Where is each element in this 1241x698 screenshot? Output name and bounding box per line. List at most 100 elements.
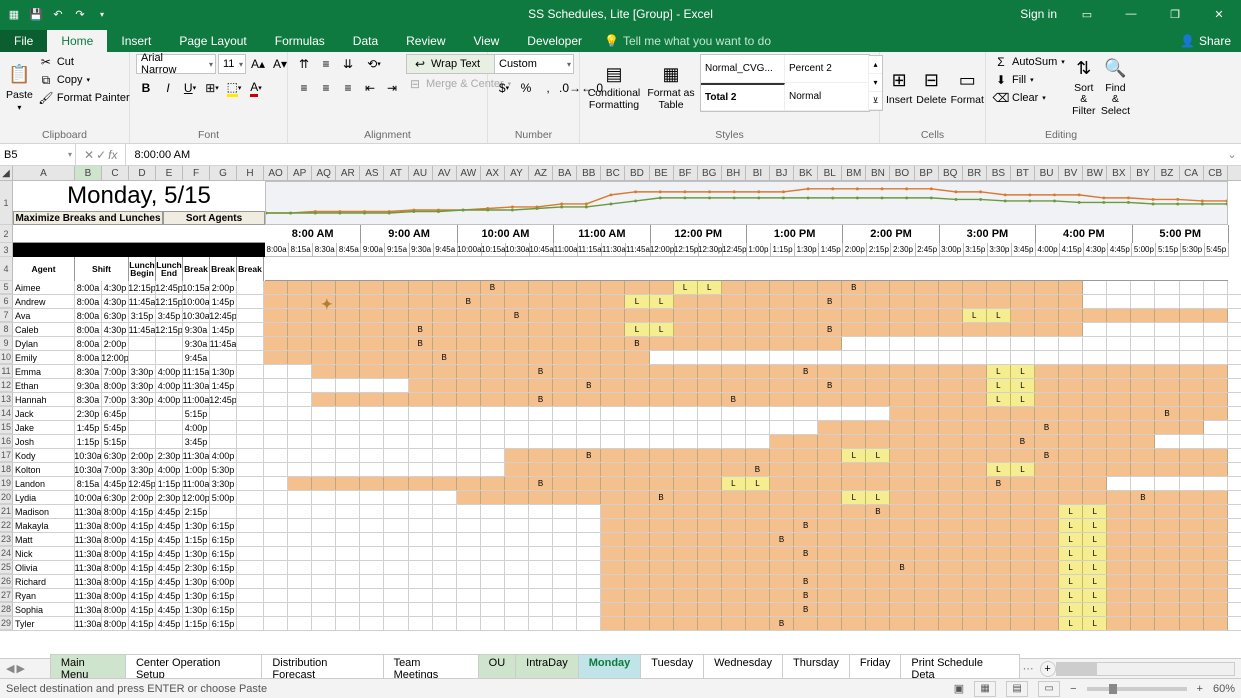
schedule-cell[interactable] bbox=[963, 393, 987, 406]
schedule-cell[interactable] bbox=[1131, 323, 1155, 336]
align-right-button[interactable]: ≡ bbox=[338, 78, 358, 98]
schedule-cell[interactable] bbox=[770, 337, 794, 350]
schedule-cell[interactable]: B bbox=[818, 379, 842, 392]
schedule-cell[interactable] bbox=[336, 379, 360, 392]
schedule-cell[interactable] bbox=[625, 477, 649, 490]
schedule-cell[interactable] bbox=[1107, 449, 1131, 462]
schedule-cell[interactable] bbox=[264, 351, 288, 364]
schedule-cell[interactable] bbox=[457, 533, 481, 546]
schedule-cell[interactable] bbox=[770, 505, 794, 518]
shift-start-cell[interactable]: 10:30a bbox=[75, 449, 102, 462]
schedule-cell[interactable]: B bbox=[529, 477, 553, 490]
schedule-cell[interactable] bbox=[866, 323, 890, 336]
schedule-cell[interactable] bbox=[987, 547, 1011, 560]
schedule-cell[interactable]: L bbox=[650, 323, 674, 336]
schedule-cell[interactable]: B bbox=[794, 589, 818, 602]
shift-end-cell[interactable]: 7:00p bbox=[102, 463, 129, 476]
column-header[interactable]: A bbox=[13, 166, 75, 180]
shift-start-cell[interactable]: 11:30a bbox=[75, 575, 102, 588]
schedule-cell[interactable] bbox=[312, 463, 336, 476]
break-cell[interactable]: 5:30p bbox=[210, 463, 237, 476]
agent-name-cell[interactable]: Emma bbox=[13, 365, 75, 378]
schedule-cell[interactable] bbox=[842, 421, 866, 434]
schedule-cell[interactable] bbox=[890, 337, 914, 350]
schedule-cell[interactable] bbox=[890, 407, 914, 420]
schedule-cell[interactable] bbox=[842, 337, 866, 350]
enter-icon[interactable]: ✓ bbox=[96, 148, 106, 162]
schedule-cell[interactable] bbox=[384, 421, 408, 434]
schedule-cell[interactable] bbox=[288, 407, 312, 420]
tell-me[interactable]: 💡Tell me what you want to do bbox=[604, 34, 771, 52]
shift-end-cell[interactable]: 2:00p bbox=[102, 337, 129, 350]
schedule-cell[interactable] bbox=[384, 477, 408, 490]
schedule-cell[interactable]: B bbox=[722, 393, 746, 406]
lunch-end-cell[interactable]: 3:45p bbox=[156, 309, 183, 322]
schedule-cell[interactable] bbox=[481, 365, 505, 378]
schedule-cell[interactable] bbox=[505, 407, 529, 420]
schedule-cell[interactable] bbox=[987, 421, 1011, 434]
schedule-cell[interactable] bbox=[1131, 477, 1155, 490]
schedule-cell[interactable] bbox=[1155, 519, 1179, 532]
schedule-cell[interactable] bbox=[939, 337, 963, 350]
schedule-cell[interactable] bbox=[433, 589, 457, 602]
schedule-cell[interactable] bbox=[529, 463, 553, 476]
schedule-cell[interactable] bbox=[674, 379, 698, 392]
schedule-cell[interactable] bbox=[505, 547, 529, 560]
align-bottom-button[interactable]: ⇊ bbox=[338, 54, 358, 74]
schedule-cell[interactable] bbox=[384, 435, 408, 448]
schedule-cell[interactable]: B bbox=[987, 477, 1011, 490]
schedule-cell[interactable] bbox=[674, 561, 698, 574]
agent-name-cell[interactable]: Richard bbox=[13, 575, 75, 588]
schedule-cell[interactable] bbox=[1107, 309, 1131, 322]
schedule-cell[interactable] bbox=[336, 421, 360, 434]
schedule-cell[interactable] bbox=[650, 449, 674, 462]
shift-start-cell[interactable]: 11:30a bbox=[75, 603, 102, 616]
schedule-cell[interactable]: B bbox=[818, 295, 842, 308]
column-header[interactable]: BK bbox=[794, 166, 818, 180]
schedule-cell[interactable] bbox=[1107, 561, 1131, 574]
schedule-cell[interactable] bbox=[1131, 505, 1155, 518]
schedule-cell[interactable] bbox=[963, 281, 987, 294]
schedule-cell[interactable] bbox=[987, 617, 1011, 630]
schedule-cell[interactable] bbox=[625, 309, 649, 322]
shift-end-cell[interactable]: 5:45p bbox=[102, 421, 129, 434]
schedule-cell[interactable] bbox=[457, 407, 481, 420]
schedule-cell[interactable] bbox=[866, 379, 890, 392]
schedule-cell[interactable] bbox=[963, 533, 987, 546]
align-middle-button[interactable]: ≡ bbox=[316, 54, 336, 74]
break-cell[interactable]: 9:30a bbox=[183, 323, 210, 336]
schedule-cell[interactable] bbox=[288, 491, 312, 504]
schedule-cell[interactable] bbox=[818, 519, 842, 532]
percent-button[interactable]: % bbox=[516, 78, 536, 98]
schedule-cell[interactable] bbox=[481, 407, 505, 420]
schedule-cell[interactable] bbox=[433, 561, 457, 574]
schedule-cell[interactable] bbox=[1180, 393, 1204, 406]
schedule-cell[interactable] bbox=[722, 407, 746, 420]
lunch-end-cell[interactable]: 4:45p bbox=[156, 533, 183, 546]
schedule-cell[interactable] bbox=[915, 337, 939, 350]
break-cell[interactable] bbox=[237, 533, 264, 546]
schedule-cell[interactable] bbox=[601, 603, 625, 616]
agent-name-cell[interactable]: Makayla bbox=[13, 519, 75, 532]
schedule-cell[interactable] bbox=[674, 617, 698, 630]
schedule-cell[interactable] bbox=[746, 407, 770, 420]
schedule-cell[interactable] bbox=[650, 603, 674, 616]
schedule-cell[interactable] bbox=[1155, 379, 1179, 392]
schedule-cell[interactable] bbox=[601, 281, 625, 294]
schedule-cell[interactable] bbox=[505, 519, 529, 532]
schedule-cell[interactable] bbox=[1059, 323, 1083, 336]
lunch-begin-cell[interactable]: 3:30p bbox=[129, 393, 156, 406]
schedule-cell[interactable] bbox=[1180, 589, 1204, 602]
row-header[interactable]: 10 bbox=[0, 351, 13, 364]
lunch-begin-cell[interactable]: 11:45a bbox=[129, 323, 156, 336]
shift-start-cell[interactable]: 8:30a bbox=[75, 393, 102, 406]
schedule-cell[interactable] bbox=[939, 575, 963, 588]
schedule-cell[interactable] bbox=[409, 351, 433, 364]
row-header[interactable]: 7 bbox=[0, 309, 13, 322]
border-button[interactable]: ⊞▾ bbox=[202, 78, 222, 98]
schedule-cell[interactable] bbox=[1059, 491, 1083, 504]
schedule-cell[interactable]: B bbox=[794, 365, 818, 378]
schedule-cell[interactable] bbox=[770, 365, 794, 378]
schedule-cell[interactable] bbox=[553, 589, 577, 602]
shift-end-cell[interactable]: 8:00p bbox=[102, 505, 129, 518]
